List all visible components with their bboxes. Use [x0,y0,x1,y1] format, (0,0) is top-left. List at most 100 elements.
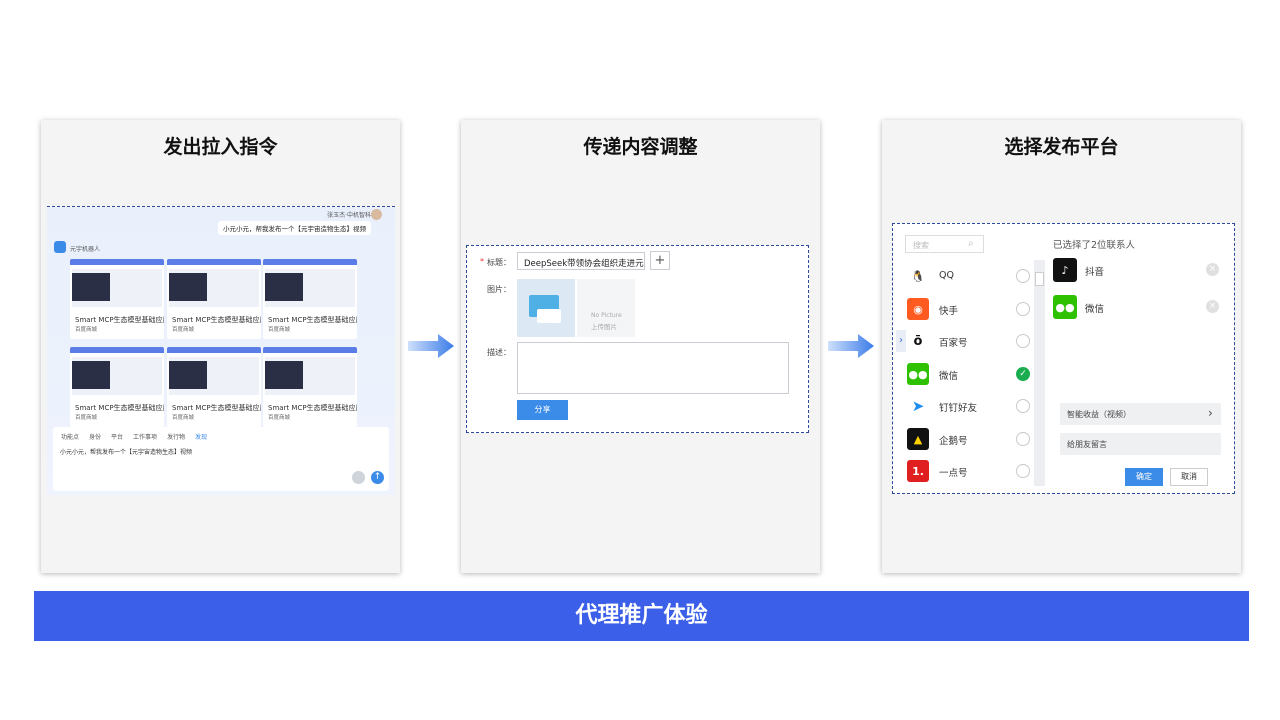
send-icon[interactable]: ↑ [371,471,384,484]
qq-icon: 🐧 [907,265,929,287]
card-author: 百度商城 [75,415,98,421]
card-author: 百度商城 [268,415,291,421]
video-card[interactable]: Smart MCP生态模型基础应用 百度商城 [263,259,357,339]
share-button[interactable]: 分享 [517,400,568,420]
title-label: 标题： [487,258,511,267]
upload-text: 上传图片 [591,323,617,331]
compose-box[interactable]: 功能点 身份 平台 工作事项 发行物 发现 小元小元，帮我发布一个【元宇宙造物生… [53,427,389,491]
compose-toolbar: 功能点 身份 平台 工作事项 发行物 发现 [61,432,207,441]
upload-placeholder[interactable]: No Picture 上传图片 [577,279,635,337]
cancel-button[interactable]: 取消 [1170,468,1208,486]
card-author: 百度商城 [172,415,195,421]
video-card[interactable]: Smart MCP生态模型基础应用 百度商城 [167,259,261,339]
avatar [371,209,382,220]
platform-radio-checked[interactable]: ✓ [1016,367,1030,381]
form-frame: * 标题： DeepSeek带领协会组织走进元宇 + 图片： No Pictur… [466,245,809,433]
selected-item-wechat: ●● 微信 × [1053,294,1223,320]
platform-radio[interactable] [1016,432,1030,446]
baijiahao-icon: ō [907,330,929,352]
user-name: 张玉杰·中机智科 [327,212,371,219]
no-picture-text: No Picture [591,312,622,319]
wechat-icon: ●● [1053,295,1077,319]
arrow-right-icon [408,334,454,358]
video-card[interactable]: Smart MCP生态模型基础应用 百度商城 [263,347,357,427]
desc-label: 描述： [487,348,511,357]
platform-item-wechat[interactable]: ●● 微信 ✓ [893,360,1033,388]
platform-radio[interactable] [1016,269,1030,283]
confirm-button[interactable]: 确定 [1125,468,1163,486]
video-card[interactable]: Smart MCP生态模型基础应用 百度商城 [70,259,164,339]
earnings-option[interactable]: 智能收益（视频） › [1060,403,1221,425]
add-button[interactable]: + [650,251,670,270]
card-author: 百度商城 [268,327,291,333]
card-author: 百度商城 [75,327,98,333]
chat-window: 张玉杰·中机智科 小元小元，帮我发布一个【元宇宙造物生态】视频 元宇机器人 Sm… [47,207,395,495]
kuaishou-icon: ◉ [907,298,929,320]
video-card[interactable]: Smart MCP生态模型基础应用 百度商城 [167,347,261,427]
platform-name: 企鹅号 [939,436,968,447]
remove-icon[interactable]: × [1206,263,1219,276]
platform-item-qq[interactable]: 🐧 QQ [893,262,1033,290]
card-title: Smart MCP生态模型基础应用 [172,316,261,324]
selected-item-douyin: ♪ 抖音 × [1053,257,1223,283]
message-placeholder: 给朋友留言 [1067,440,1107,449]
step-title: 传递内容调整 [583,136,698,158]
search-icon: ⌕ [968,238,974,249]
platform-name: 快手 [939,306,959,317]
platform-item-qiehao[interactable]: ▲ 企鹅号 [893,425,1033,453]
earnings-label: 智能收益（视频） [1067,410,1131,419]
title-input[interactable]: DeepSeek带领协会组织走进元宇 [517,252,645,270]
video-card[interactable]: Smart MCP生态模型基础应用 百度商城 [70,347,164,427]
image-label: 图片： [487,285,511,294]
wechat-icon: ●● [907,363,929,385]
footer-banner: 代理推广体验 [34,591,1249,641]
toolbar-item[interactable]: 功能点 [61,432,79,441]
arrow-right-icon [828,334,874,358]
attach-icon[interactable] [352,471,365,484]
qiehao-icon: ▲ [907,428,929,450]
picker-frame: 搜索 ⌕ › 🐧 QQ ◉ 快手 ō 百家号 ●● 微信 ✓ ➤ 钉钉好友 ▲ … [892,223,1235,494]
platform-name: 微信 [939,371,959,382]
bot-avatar-icon [54,241,66,253]
selected-name: 微信 [1085,304,1105,315]
toolbar-item[interactable]: 平台 [111,432,123,441]
search-input[interactable]: 搜索 ⌕ [905,235,984,253]
platform-item-dingtalk[interactable]: ➤ 钉钉好友 [893,392,1033,420]
toolbar-item[interactable]: 发现 [195,432,207,441]
douyin-icon: ♪ [1053,258,1077,282]
toolbar-item[interactable]: 工作事项 [133,432,157,441]
toolbar-item[interactable]: 身份 [89,432,101,441]
platform-radio[interactable] [1016,399,1030,413]
user-message: 小元小元，帮我发布一个【元宇宙造物生态】视频 [218,221,371,235]
platform-radio[interactable] [1016,464,1030,478]
dingtalk-icon: ➤ [907,395,929,417]
selected-header: 已选择了2位联系人 [1053,240,1136,251]
platform-radio[interactable] [1016,302,1030,316]
image-thumbnail[interactable] [517,279,575,337]
card-title: Smart MCP生态模型基础应用 [75,404,164,412]
selected-name: 抖音 [1085,267,1105,278]
platform-name: 百家号 [939,338,968,349]
platform-name: 一点号 [939,468,968,479]
scrollbar[interactable] [1034,260,1045,486]
platform-name: QQ [939,270,954,281]
platform-item-baijiahao[interactable]: ō 百家号 [893,327,1033,355]
card-title: Smart MCP生态模型基础应用 [75,316,164,324]
step-title: 选择发布平台 [1004,136,1119,158]
message-input[interactable]: 给朋友留言 [1060,433,1221,455]
chevron-right-icon: › [1208,406,1213,420]
remove-icon[interactable]: × [1206,300,1219,313]
card-title: Smart MCP生态模型基础应用 [268,404,357,412]
platform-radio[interactable] [1016,334,1030,348]
toolbar-item[interactable]: 发行物 [167,432,185,441]
step-title: 发出拉入指令 [163,136,278,158]
platform-name: 钉钉好友 [939,403,978,414]
bot-name: 元宇机器人 [70,246,101,253]
desc-textarea[interactable] [517,342,789,394]
card-title: Smart MCP生态模型基础应用 [268,316,357,324]
platform-item-yidianhao[interactable]: 1. 一点号 [893,457,1033,485]
compose-input[interactable]: 小元小元，帮我发布一个【元宇宙造物生态】视频 [60,447,192,456]
card-author: 百度商城 [172,327,195,333]
required-mark: * [480,257,484,266]
platform-item-kuaishou[interactable]: ◉ 快手 [893,295,1033,323]
